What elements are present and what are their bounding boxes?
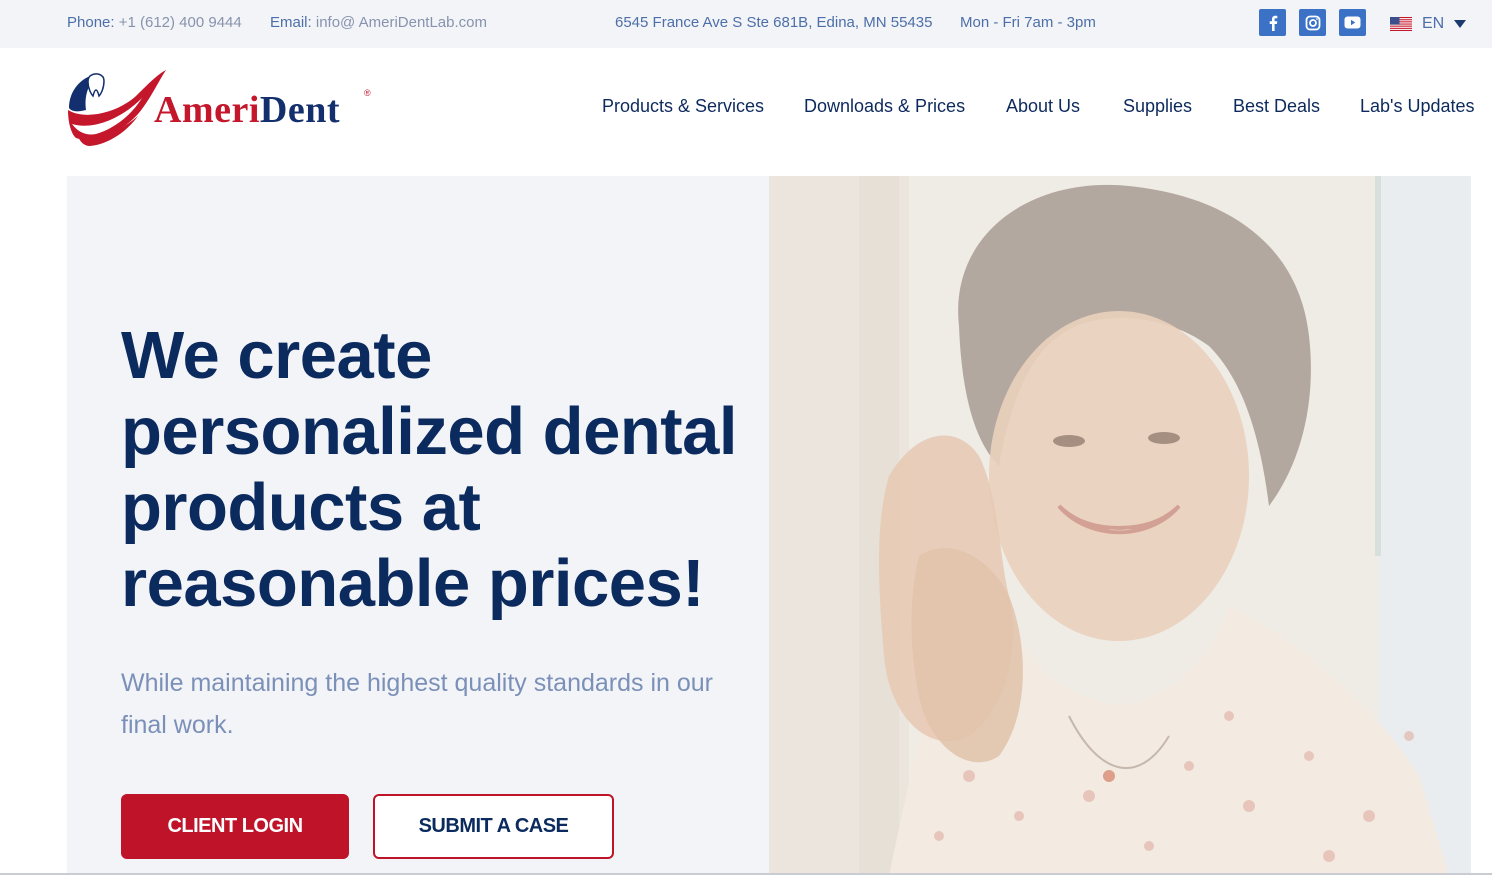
top-info-bar: Phone: +1 (612) 400 9444 Email: info@ Am…: [0, 0, 1492, 48]
language-label: EN: [1422, 15, 1445, 32]
nav-about-us[interactable]: About Us: [1006, 96, 1080, 120]
logo-text-ameri: Ameri: [154, 89, 260, 131]
nav-downloads-prices[interactable]: Downloads & Prices: [804, 96, 965, 120]
logo-wordmark: AmeriDent: [154, 88, 340, 132]
nav-best-deals[interactable]: Best Deals: [1233, 96, 1320, 120]
email-label: Email:: [270, 14, 312, 31]
hero-subtitle: While maintaining the highest quality st…: [121, 669, 714, 739]
phone-info[interactable]: Phone: +1 (612) 400 9444: [67, 0, 242, 48]
nav-supplies[interactable]: Supplies: [1123, 96, 1192, 120]
hero-section: We create personalized dental products a…: [67, 176, 1471, 875]
nav-labs-updates[interactable]: Lab's Updates: [1360, 96, 1475, 120]
youtube-icon[interactable]: [1339, 9, 1366, 36]
amerident-logo[interactable]: AmeriDent ®: [66, 66, 376, 150]
phone-number[interactable]: +1 (612) 400 9444: [119, 14, 242, 31]
submit-case-button[interactable]: SUBMIT A CASE: [373, 794, 614, 859]
language-selector[interactable]: EN: [1390, 0, 1467, 48]
facebook-icon[interactable]: [1259, 9, 1286, 36]
registered-mark: ®: [364, 88, 371, 98]
hours-text: Mon - Fri 7am - 3pm: [960, 14, 1096, 31]
phone-label: Phone:: [67, 14, 115, 31]
instagram-icon[interactable]: [1299, 9, 1326, 36]
address-text: 6545 France Ave S Ste 681B, Edina, MN 55…: [615, 14, 933, 31]
hero-photo: [769, 176, 1471, 875]
us-flag-icon: [1390, 17, 1412, 31]
nav-products-services[interactable]: Products & Services: [602, 96, 764, 120]
site-header: AmeriDent ® Products & Services Download…: [0, 48, 1492, 176]
email-info[interactable]: Email: info@ AmeriDentLab.com: [270, 0, 487, 48]
hero-title: We create personalized dental products a…: [121, 318, 737, 621]
logo-text-dent: Dent: [259, 89, 340, 131]
hero-photo-illustration: [769, 176, 1471, 875]
email-address[interactable]: info@ AmeriDentLab.com: [316, 14, 487, 31]
chevron-down-icon: [1454, 20, 1467, 28]
client-login-button[interactable]: CLIENT LOGIN: [121, 794, 349, 859]
